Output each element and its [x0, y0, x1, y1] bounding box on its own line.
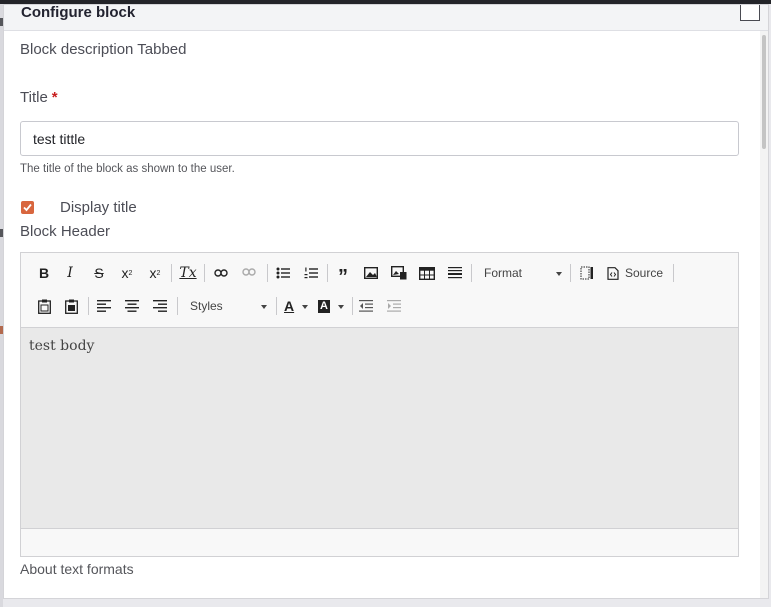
toolbar-separator — [177, 297, 178, 315]
rich-text-editor: B I S x2 x2 Tx ” Format Source Styles A … — [20, 252, 739, 557]
align-right-icon — [153, 300, 167, 312]
toolbar-separator — [171, 264, 172, 282]
bold-icon: B — [38, 265, 50, 281]
toolbar-separator — [570, 264, 571, 282]
dialog-titlebar: Configure block — [4, 4, 768, 31]
block-header-label: Block Header — [20, 223, 111, 240]
required-marker: * — [51, 89, 58, 106]
toolbar-separator — [327, 264, 328, 282]
styles-dropdown[interactable]: Styles — [190, 295, 270, 317]
paste-text-button[interactable] — [33, 295, 55, 317]
styles-dropdown-label: Styles — [190, 299, 223, 313]
title-hint: The title of the block as shown to the u… — [20, 163, 235, 175]
check-icon — [23, 203, 32, 212]
title-label-text: Title — [20, 89, 48, 106]
table-button[interactable] — [416, 262, 438, 284]
toolbar-separator — [471, 264, 472, 282]
toolbar-separator — [352, 297, 353, 315]
remove-format-icon: Tx — [179, 265, 197, 281]
decrease-indent-button[interactable] — [355, 295, 377, 317]
dialog-title: Configure block — [21, 4, 136, 21]
align-left-button[interactable] — [93, 295, 115, 317]
toolbar-separator — [276, 297, 277, 315]
configure-block-dialog: Configure block Block description Tabbed… — [3, 4, 769, 599]
show-blocks-button[interactable] — [576, 262, 598, 284]
toolbar-separator — [204, 264, 205, 282]
paste-from-word-button[interactable] — [60, 295, 82, 317]
source-label: Source — [625, 266, 664, 280]
align-center-icon — [125, 300, 139, 312]
about-text-formats-link[interactable]: About text formats — [20, 561, 134, 577]
bulleted-list-icon — [276, 267, 290, 279]
align-center-button[interactable] — [121, 295, 143, 317]
display-title-checkbox[interactable] — [21, 201, 34, 214]
chevron-down-icon — [261, 305, 267, 309]
editor-body-text: test body — [29, 338, 95, 354]
background-color-icon: A — [318, 299, 330, 313]
outdent-icon — [359, 300, 373, 312]
show-blocks-icon — [580, 266, 593, 280]
numbered-list-button[interactable] — [300, 262, 322, 284]
text-color-icon: A — [284, 298, 295, 314]
background-color-button[interactable]: A — [318, 295, 346, 317]
unlink-button[interactable] — [238, 262, 260, 284]
strikethrough-button[interactable]: S — [88, 262, 110, 284]
format-dropdown-label: Format — [484, 266, 523, 280]
bulleted-list-button[interactable] — [272, 262, 294, 284]
image-button[interactable] — [360, 262, 382, 284]
superscript-icon: x — [121, 265, 129, 281]
dialog-close-button[interactable] — [740, 5, 760, 21]
dialog-scrollbar[interactable] — [760, 31, 768, 598]
superscript-button[interactable]: x2 — [116, 262, 138, 284]
title-label: Title * — [20, 89, 58, 106]
insert-media-button[interactable] — [388, 262, 410, 284]
media-icon — [391, 266, 407, 280]
link-button[interactable] — [210, 262, 232, 284]
display-title-label: Display title — [60, 199, 137, 216]
unlink-icon — [242, 268, 256, 276]
format-dropdown[interactable]: Format — [484, 262, 564, 284]
indent-icon — [387, 300, 401, 312]
horizontal-rule-button[interactable] — [444, 262, 466, 284]
quote-icon: ” — [338, 265, 348, 288]
block-description: Block description Tabbed — [20, 41, 187, 58]
link-icon — [214, 269, 228, 277]
image-icon — [364, 267, 378, 279]
title-input[interactable] — [20, 121, 739, 156]
numbered-list-icon — [304, 267, 318, 279]
text-color-button[interactable]: A — [284, 295, 312, 317]
chevron-down-icon — [302, 305, 308, 309]
scrollbar-thumb[interactable] — [762, 35, 766, 149]
editor-content-area[interactable]: test body — [21, 328, 738, 528]
toolbar-separator — [673, 264, 674, 282]
italic-button[interactable]: I — [59, 262, 81, 284]
remove-format-button[interactable]: Tx — [177, 262, 199, 284]
align-right-button[interactable] — [149, 295, 171, 317]
paste-text-icon — [37, 299, 51, 314]
strikethrough-icon: S — [94, 265, 104, 281]
toolbar-separator — [267, 264, 268, 282]
subscript-icon: x — [149, 265, 157, 281]
source-icon — [607, 266, 619, 280]
subscript-button[interactable]: x2 — [144, 262, 166, 284]
italic-icon: I — [67, 265, 73, 281]
chevron-down-icon — [338, 305, 344, 309]
blockquote-button[interactable]: ” — [332, 262, 354, 288]
chevron-down-icon — [556, 272, 562, 276]
align-left-icon — [97, 300, 111, 312]
editor-toolbar: B I S x2 x2 Tx ” Format Source Styles A … — [21, 253, 738, 328]
editor-status-bar — [21, 528, 738, 556]
toolbar-separator — [88, 297, 89, 315]
horizontal-rule-icon — [448, 267, 462, 279]
paste-word-icon — [64, 299, 78, 314]
source-button[interactable]: Source — [607, 262, 669, 284]
table-icon — [419, 266, 435, 280]
increase-indent-button[interactable] — [383, 295, 405, 317]
bold-button[interactable]: B — [33, 262, 55, 284]
